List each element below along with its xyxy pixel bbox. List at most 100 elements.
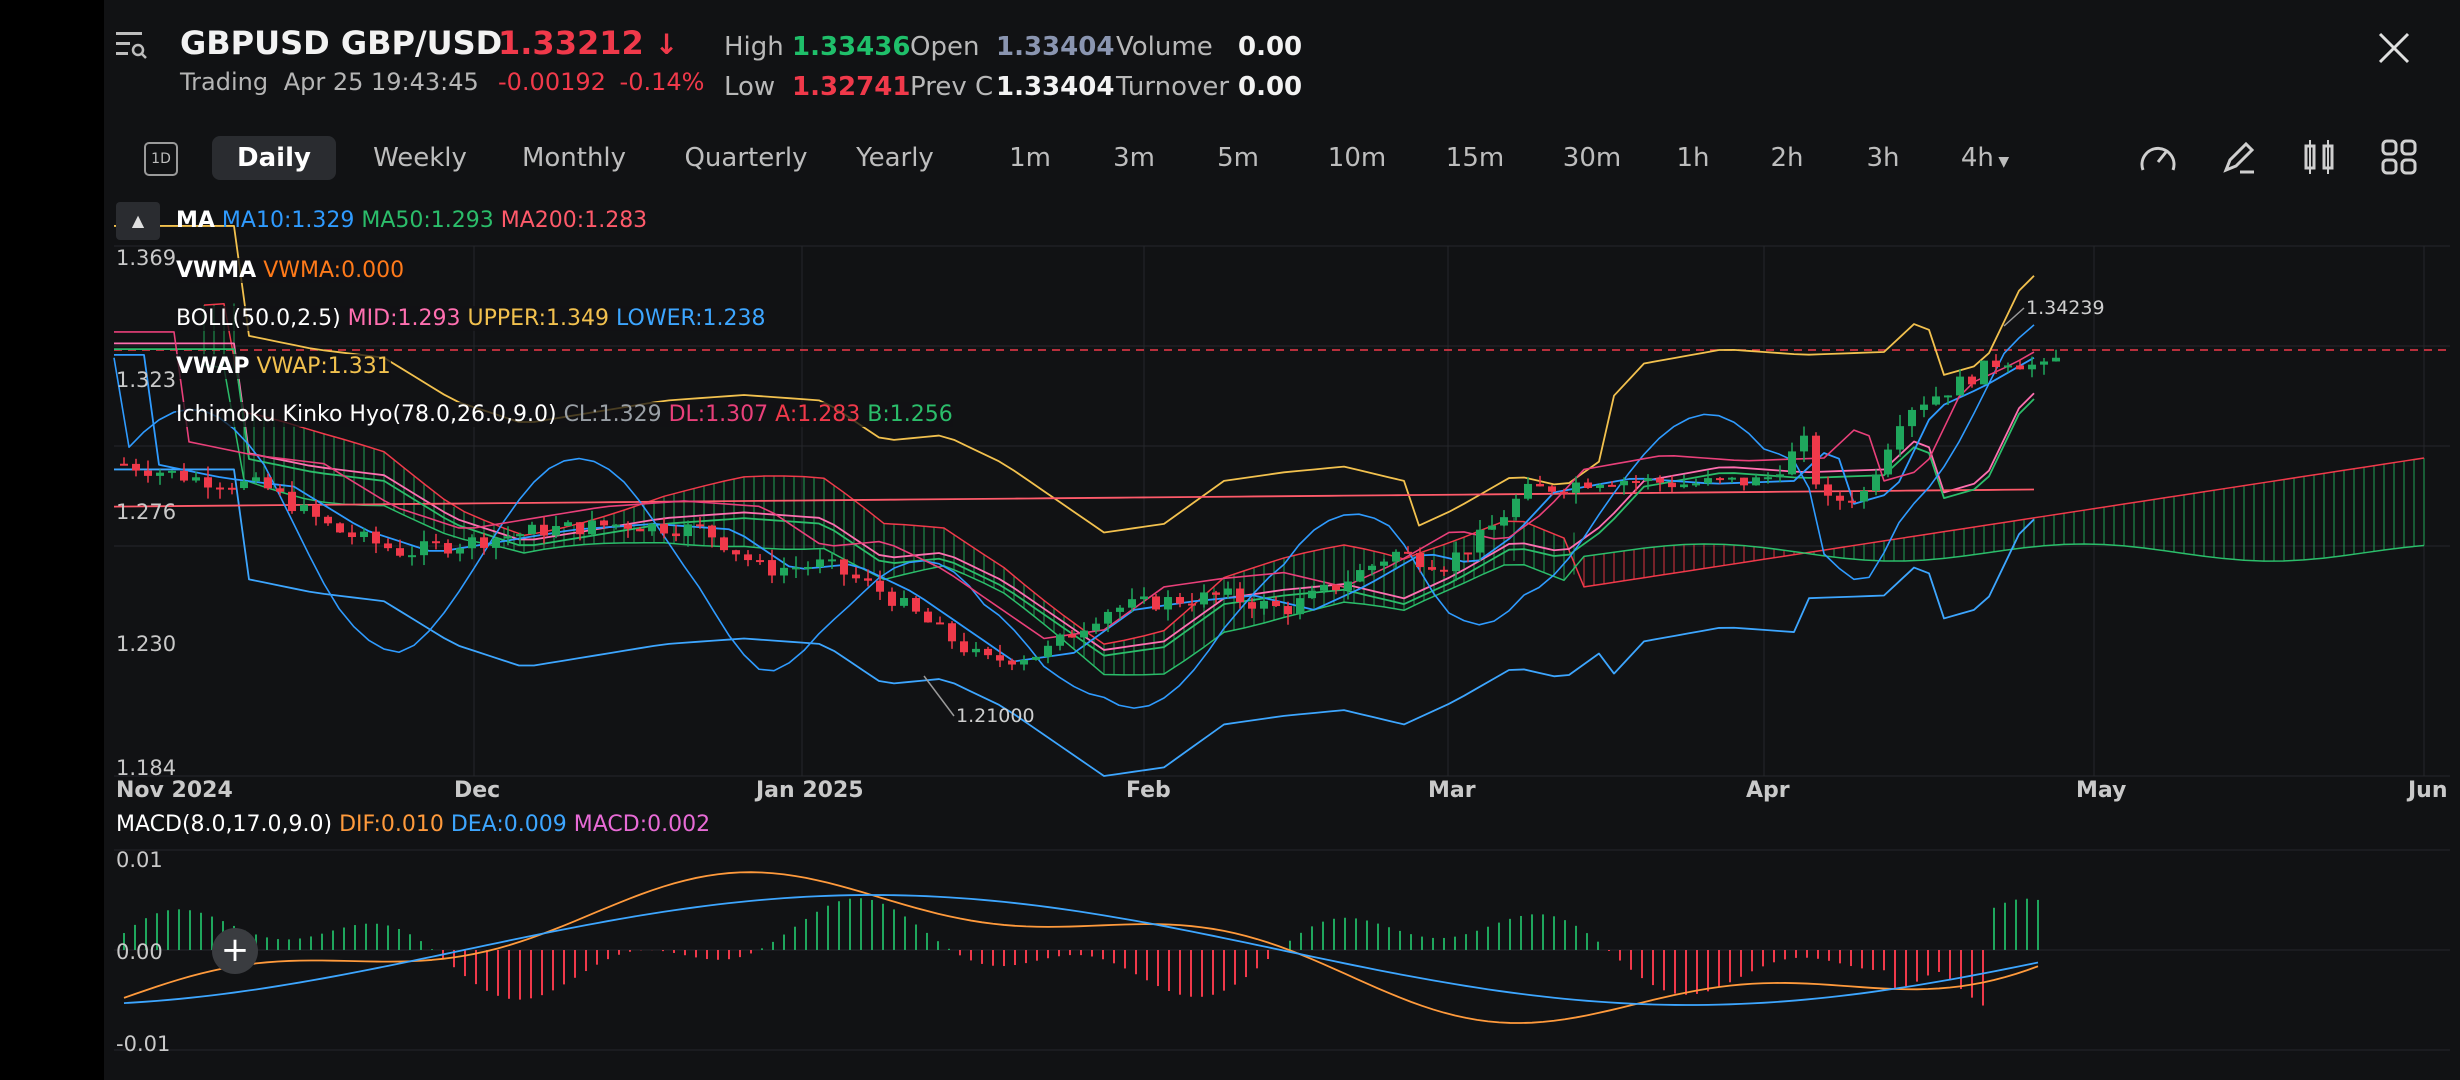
candle-body: [924, 611, 932, 623]
vwma-value: VWMA:0.000: [263, 258, 405, 283]
candle-body: [552, 526, 560, 536]
candle-body: [576, 522, 584, 535]
tab-weekly[interactable]: Weekly: [360, 136, 480, 180]
tab-10m[interactable]: 10m: [1322, 136, 1392, 180]
price-chart[interactable]: 1.34239 1.21000: [104, 196, 2460, 796]
candle-body: [240, 481, 248, 489]
speedometer-icon[interactable]: [2138, 140, 2178, 176]
candle-body: [960, 641, 968, 653]
candle-body: [540, 524, 548, 536]
candle-body: [420, 541, 428, 556]
candle-body: [756, 560, 764, 563]
date-axis-dec: Dec: [454, 778, 501, 803]
boll-upper-value: UPPER:1.349: [467, 306, 610, 331]
candle-body: [564, 522, 572, 527]
price-down-arrow-icon: ↓: [654, 28, 679, 61]
candle-body: [816, 559, 824, 567]
chevron-down-icon: ▼: [1993, 154, 2010, 170]
candle-body: [1764, 477, 1772, 480]
high-label: High: [724, 32, 784, 62]
candle-body: [1464, 552, 1472, 555]
high-annotation: 1.34239: [2003, 297, 2105, 327]
candle-body: [2028, 364, 2036, 370]
candle-body: [1260, 600, 1268, 609]
candle-body: [1092, 623, 1100, 631]
trading-status: Trading: [180, 68, 269, 96]
candle-body: [1104, 611, 1112, 624]
candle-body: [1608, 484, 1616, 487]
macd-lines: [123, 871, 2039, 1024]
candle-body: [408, 555, 416, 558]
date-axis-apr: Apr: [1746, 778, 1790, 803]
macd-axis-mid: 0.00: [116, 940, 163, 964]
date-axis-jun: Jun: [2408, 778, 2448, 803]
macd-chart[interactable]: [104, 846, 2460, 1066]
candle-body: [768, 560, 776, 576]
tab-1m[interactable]: 1m: [1000, 136, 1060, 180]
tab-15m[interactable]: 15m: [1440, 136, 1510, 180]
ma-label: MA: [176, 208, 215, 233]
tab-5m[interactable]: 5m: [1208, 136, 1268, 180]
candle-body: [1068, 634, 1076, 638]
date-axis-jan: Jan 2025: [756, 778, 864, 803]
candle-body: [1440, 569, 1448, 572]
tab-daily[interactable]: Daily: [212, 136, 336, 180]
candle-body: [216, 487, 224, 490]
tab-3h[interactable]: 3h: [1858, 136, 1908, 180]
candle-body: [1128, 599, 1136, 608]
candle-body: [684, 524, 692, 537]
candle-body: [1896, 426, 1904, 450]
candle-body: [948, 623, 956, 642]
price-change-percent: -0.14%: [619, 68, 705, 96]
candle-body: [348, 532, 356, 538]
prevc-value: 1.33404: [996, 72, 1115, 102]
tab-quarterly[interactable]: Quarterly: [672, 136, 820, 180]
candle-body: [1356, 570, 1364, 582]
candle-body: [1212, 592, 1220, 595]
candle-body: [1008, 660, 1016, 665]
tab-30m[interactable]: 30m: [1554, 136, 1630, 180]
candle-body: [660, 523, 668, 534]
candle-body: [1620, 480, 1628, 486]
boll-label: BOLL(50.0,2.5): [176, 306, 341, 331]
close-icon[interactable]: [2376, 30, 2412, 66]
tab-1h[interactable]: 1h: [1668, 136, 1718, 180]
tab-2h[interactable]: 2h: [1762, 136, 1812, 180]
candle-body: [1872, 474, 1880, 491]
vwap-value: VWAP:1.331: [256, 354, 391, 379]
candle-body: [1956, 376, 1964, 396]
pencil-icon[interactable]: [2220, 138, 2258, 176]
candle-body: [528, 524, 536, 535]
candle-body: [1752, 477, 1760, 486]
price-change: -0.00192: [498, 68, 606, 96]
grid-icon[interactable]: [2380, 138, 2418, 176]
ichimoku-cl-value: CL:1.329: [563, 402, 662, 427]
candle-body: [636, 528, 644, 532]
boll-mid-line: [114, 342, 2035, 651]
candle-body: [1020, 659, 1028, 665]
tab-4h[interactable]: 4h ▼: [1954, 136, 2016, 180]
plus-icon[interactable]: +: [212, 928, 258, 974]
candle-body: [1836, 495, 1844, 501]
candle-body: [1980, 360, 1988, 385]
candle-body: [480, 537, 488, 548]
tab-3m[interactable]: 3m: [1104, 136, 1164, 180]
ma50-value: MA50:1.293: [361, 208, 494, 233]
candle-body: [828, 559, 836, 562]
candle-body: [1512, 498, 1520, 518]
tab-monthly[interactable]: Monthly: [508, 136, 640, 180]
candle-body: [780, 567, 788, 576]
candle-body: [1740, 477, 1748, 486]
menu-search-icon[interactable]: [114, 28, 148, 62]
tab-yearly[interactable]: Yearly: [840, 136, 950, 180]
candle-body: [1944, 395, 1952, 398]
vwap-line: [113, 324, 2035, 709]
timeframe-badge[interactable]: 1D: [144, 142, 178, 176]
price-axis-5: 1.184: [116, 756, 177, 780]
candle-body: [2040, 361, 2048, 365]
candle-type-icon[interactable]: [2300, 138, 2338, 176]
price-axis-1: 1.369: [116, 246, 177, 270]
macd-legend: MACD(8.0,17.0,9.0) DIF:0.010 DEA:0.009 M…: [116, 812, 710, 837]
collapse-arrow-icon[interactable]: ▲: [116, 202, 160, 240]
candle-body: [612, 524, 620, 527]
